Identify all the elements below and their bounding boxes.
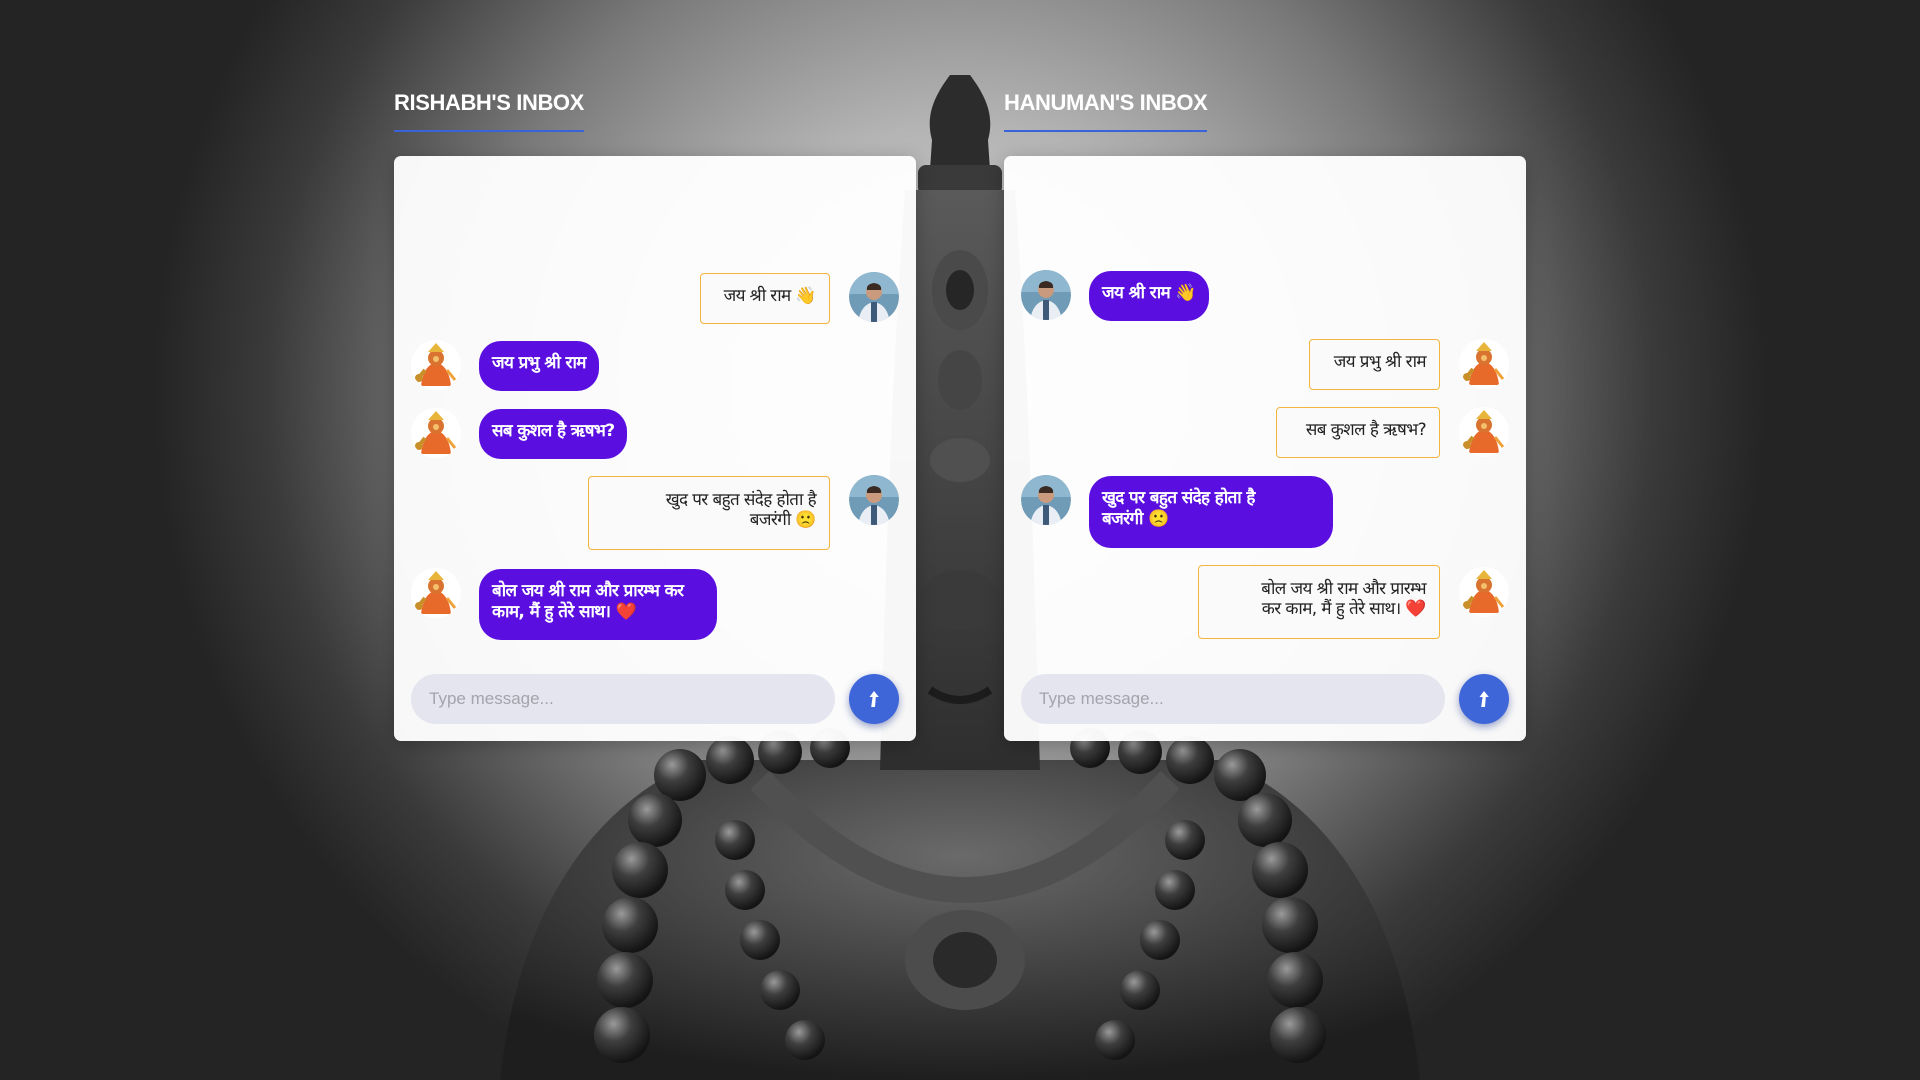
message-input[interactable] [1021,674,1445,724]
message-text: जय श्री राम 👋 [1102,283,1197,303]
hanuman-chat-window: जय श्री राम 👋 जय प्रभु श्री राम सब कुशल … [1004,156,1526,741]
hanuman-avatar [411,408,461,458]
message-text: खुद पर बहुत संदेह होता है [1102,488,1255,508]
hanuman-avatar [411,340,461,390]
message-bubble: सब कुशल है ऋषभ? [1276,407,1440,458]
message-text: खुद पर बहुत संदेह होता है [665,490,817,510]
hanuman-inbox-title: HANUMAN'S INBOX [1004,90,1208,132]
message-bubble: जय श्री राम 👋 [1089,271,1209,321]
message-bubble: खुद पर बहुत संदेह होता है बजरंगी 🙁 [588,476,830,550]
hanuman-avatar [1459,407,1509,457]
hanuman-statue-backdrop [0,0,1920,1080]
message-bubble: जय प्रभु श्री राम [479,341,599,391]
message-text: बजरंगी 🙁 [749,510,817,530]
hanuman-avatar [1459,339,1509,389]
message-bubble: बोल जय श्री राम और प्रारम्भ कर काम, मैं … [1198,565,1440,639]
message-bubble: खुद पर बहुत संदेह होता है बजरंगी 🙁 [1089,476,1333,548]
message-input[interactable] [411,674,835,724]
message-text: बोल जय श्री राम और प्रारम्भ [1261,579,1426,599]
message-text: बजरंगी 🙁 [1102,509,1169,529]
rishabh-avatar [849,272,899,322]
rishabh-avatar [849,475,899,525]
send-button[interactable] [1459,674,1509,724]
message-text: सब कुशल है ऋषभ? [492,421,615,441]
hanuman-avatar [411,568,461,618]
hanuman-avatar [1459,567,1509,617]
message-text: जय श्री राम 👋 [723,286,817,306]
rishabh-chat-window: जय श्री राम 👋 जय प्रभु श्री राम सब कुशल … [394,156,916,741]
message-text: बोल जय श्री राम और प्रारम्भ कर [492,581,684,601]
message-text: जय प्रभु श्री राम [1333,352,1427,372]
message-bubble: जय श्री राम 👋 [700,273,830,324]
message-bubble: बोल जय श्री राम और प्रारम्भ कर काम, मैं … [479,569,717,640]
rishabh-inbox-title: RISHABH'S INBOX [394,90,584,132]
rishabh-avatar [1021,270,1071,320]
send-button[interactable] [849,674,899,724]
message-text: काम, मैं हु तेरे साथ। ❤️ [492,602,637,622]
message-text: सब कुशल है ऋषभ? [1305,420,1427,440]
message-text: जय प्रभु श्री राम [492,353,586,373]
arrow-up-icon [1473,688,1495,710]
message-bubble: सब कुशल है ऋषभ? [479,409,628,459]
message-bubble: जय प्रभु श्री राम [1309,339,1440,390]
message-text: कर काम, मैं हु तेरे साथ। ❤️ [1261,599,1427,619]
arrow-up-icon [863,688,885,710]
rishabh-avatar [1021,475,1071,525]
